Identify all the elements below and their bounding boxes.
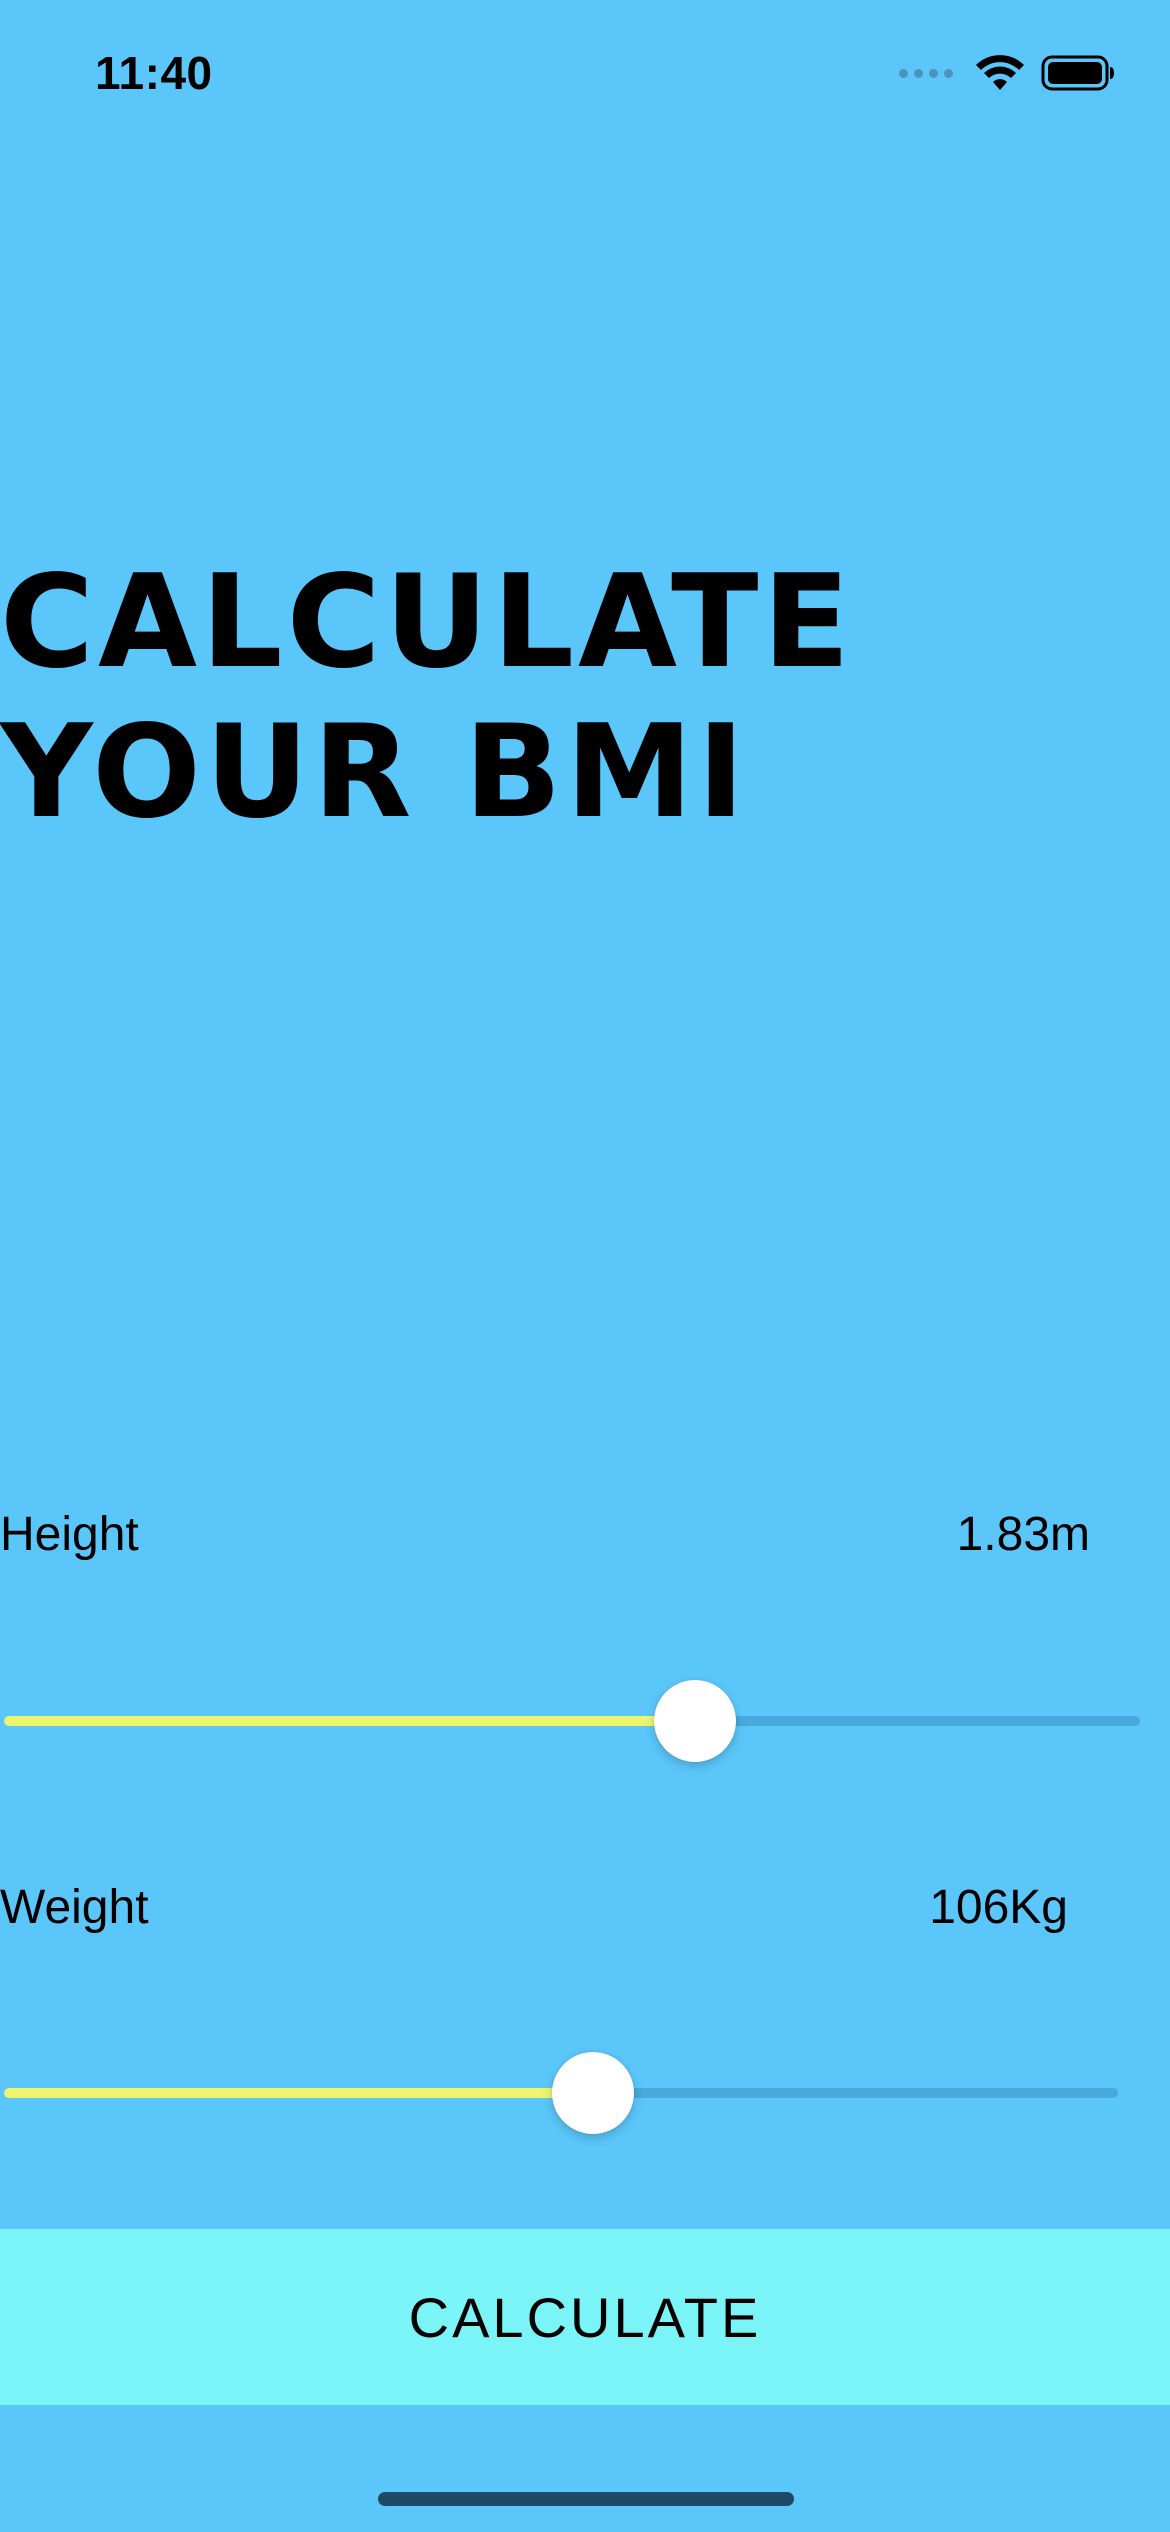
battery-icon (1041, 55, 1114, 91)
page-title-line-2: YOUR BMI (0, 698, 749, 847)
weight-slider[interactable] (0, 2052, 1118, 2134)
wifi-icon (976, 55, 1024, 90)
calculate-button[interactable]: CALCULATE (0, 2229, 1170, 2405)
height-slider-fill (4, 1716, 695, 1726)
cellular-signal-icon (899, 68, 953, 78)
page-title-line-1: CALCULATE (0, 548, 854, 697)
status-bar: 11:40 (0, 0, 1170, 140)
weight-label: Weight (0, 1881, 149, 1934)
height-value: 1.83m (956, 1508, 1090, 1561)
height-slider-thumb[interactable] (654, 1680, 736, 1762)
status-time: 11:40 (95, 47, 213, 99)
status-icons (899, 52, 1115, 94)
height-label: Height (0, 1508, 139, 1561)
height-slider[interactable] (0, 1680, 1140, 1762)
weight-slider-fill (4, 2088, 593, 2098)
weight-slider-thumb[interactable] (552, 2052, 634, 2134)
page-title: CALCULATE YOUR BMI (0, 548, 1100, 848)
weight-value: 106Kg (929, 1881, 1068, 1934)
home-indicator[interactable] (378, 2492, 794, 2506)
